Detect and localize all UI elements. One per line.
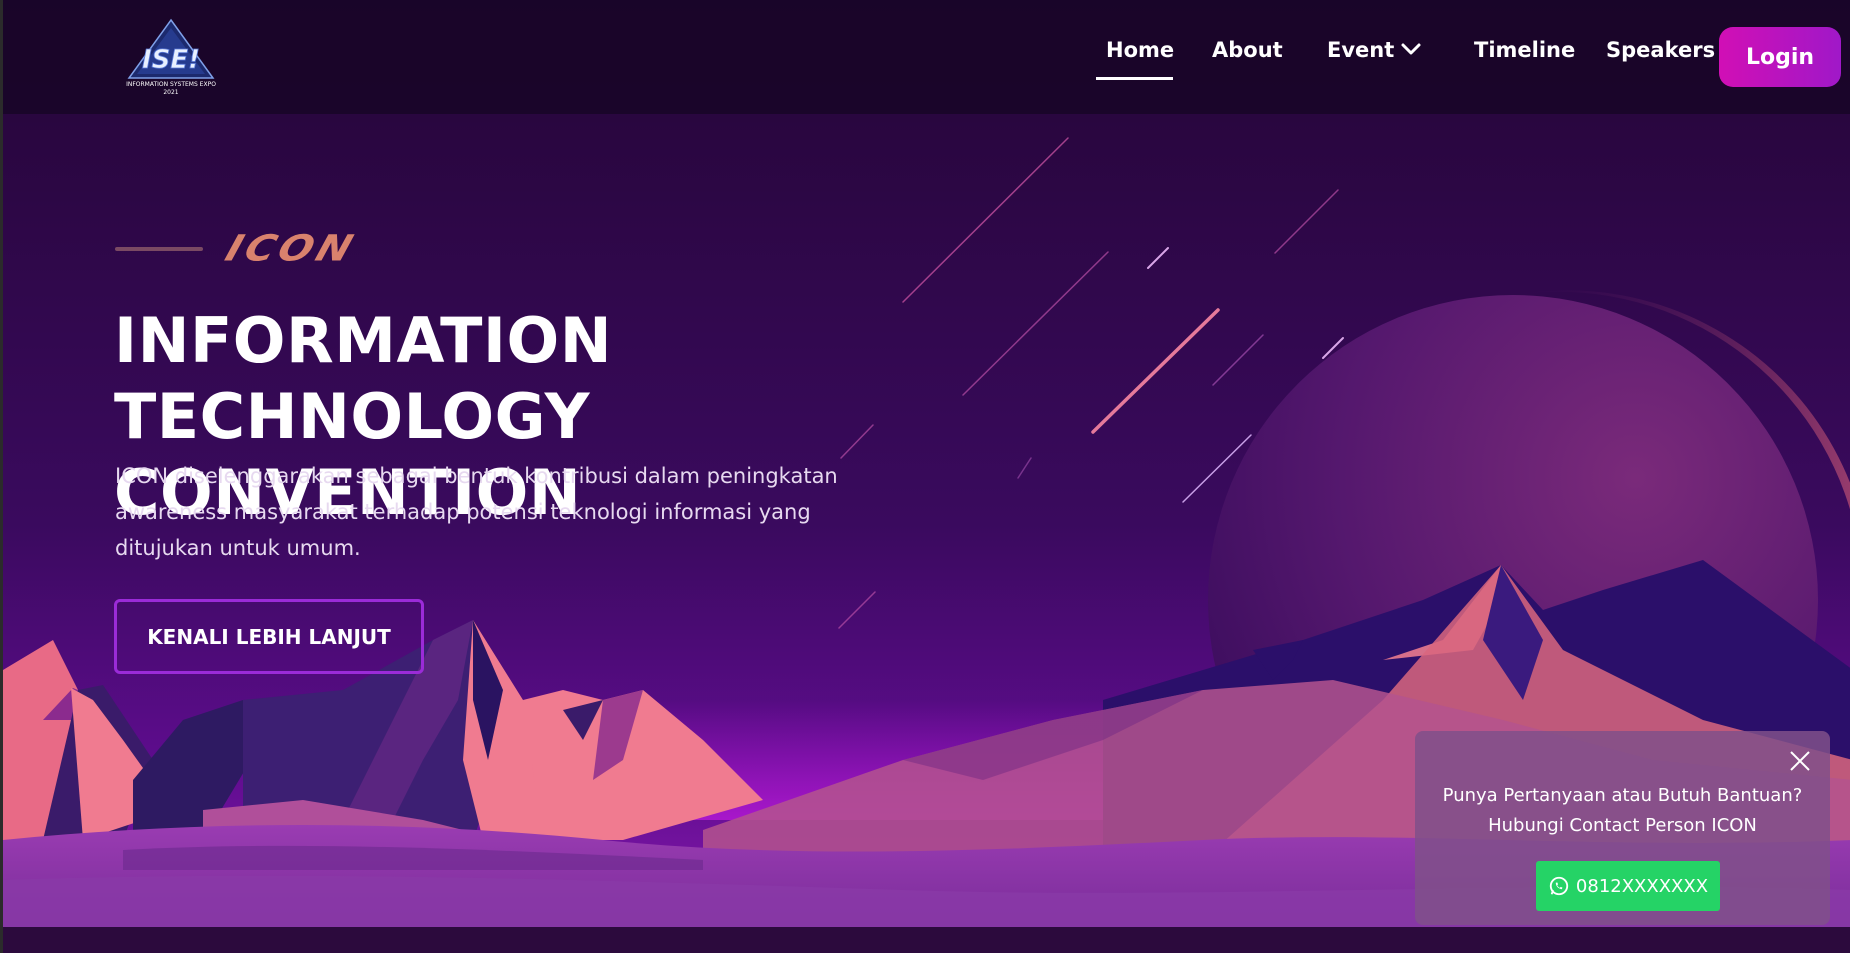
icon-brand-logo: ICON — [220, 228, 362, 270]
chevron-down-icon[interactable] — [1400, 41, 1422, 57]
help-popup: Punya Pertanyaan atau Butuh Bantuan? Hub… — [1415, 731, 1830, 925]
nav-event[interactable]: Event — [1327, 38, 1394, 62]
nav-home[interactable]: Home — [1106, 38, 1174, 62]
ise-logo[interactable]: ISE! INFORMATION SYSTEMS EXPO 2021 — [121, 18, 221, 100]
nav-speakers[interactable]: Speakers — [1606, 38, 1715, 62]
logo-year: 2021 — [163, 89, 178, 96]
close-icon[interactable] — [1788, 749, 1812, 773]
brand-divider-line — [115, 247, 203, 251]
nav-active-indicator — [1096, 77, 1173, 80]
help-line2: Hubungi Contact Person ICON — [1488, 815, 1757, 836]
logo-subtitle: INFORMATION SYSTEMS EXPO — [126, 81, 216, 88]
login-button[interactable]: Login — [1719, 27, 1841, 87]
whatsapp-number: 0812XXXXXXX — [1575, 875, 1709, 897]
page-bottom-strip — [3, 927, 1850, 953]
learn-more-button[interactable]: KENALI LEBIH LANJUT — [114, 599, 424, 674]
help-line1: Punya Pertanyaan atau Butuh Bantuan? — [1442, 785, 1803, 806]
hero-title-line1: INFORMATION — [114, 304, 613, 377]
nav-about[interactable]: About — [1212, 38, 1283, 62]
page: ISE! INFORMATION SYSTEMS EXPO 2021 Home … — [0, 0, 1850, 953]
navbar: ISE! INFORMATION SYSTEMS EXPO 2021 Home … — [3, 0, 1850, 114]
hero-description: ICON diselenggarakan sebagai bentuk kont… — [115, 464, 838, 560]
help-message: Punya Pertanyaan atau Butuh Bantuan? Hub… — [1415, 781, 1830, 841]
whatsapp-icon — [1549, 876, 1569, 896]
whatsapp-contact-button[interactable]: 0812XXXXXXX — [1536, 861, 1720, 911]
nav-timeline[interactable]: Timeline — [1474, 38, 1575, 62]
logo-text: ISE! — [142, 45, 200, 75]
